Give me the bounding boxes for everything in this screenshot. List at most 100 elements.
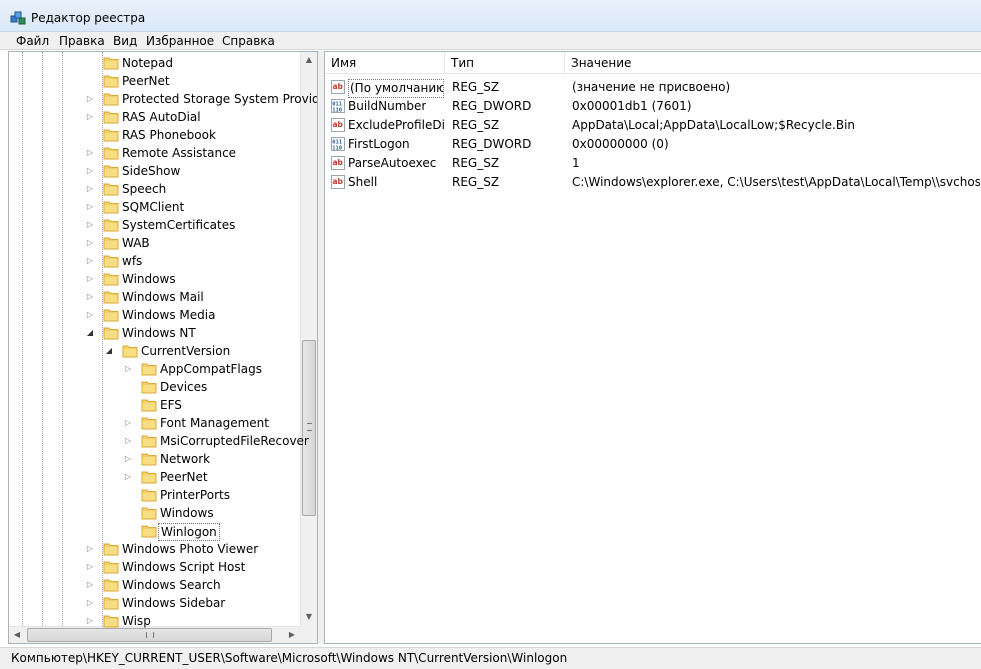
menu-help[interactable]: Справка <box>220 34 277 48</box>
tree-item-label: Wisp <box>122 614 151 628</box>
expand-arrow-icon[interactable]: ▷ <box>123 468 133 486</box>
tree-connector <box>123 486 133 504</box>
menu-bar: Файл Правка Вид Избранное Справка <box>0 32 981 50</box>
value-row[interactable]: ab ExcludeProfileDirs REG_SZ AppData\Local;… <box>325 116 981 135</box>
folder-icon <box>141 470 157 484</box>
tree-connector <box>85 54 95 72</box>
svg-text:ab: ab <box>333 82 344 91</box>
menu-favorites[interactable]: Избранное <box>144 34 216 48</box>
value-row[interactable]: ab Shell REG_SZ C:\Windows\explorer.exe, C:… <box>325 173 981 192</box>
tree-item[interactable]: Windows <box>9 504 309 522</box>
tree-item[interactable]: ▷ Protected Storage System Provid <box>9 90 317 108</box>
folder-icon <box>103 74 119 88</box>
hscroll-thumb[interactable] <box>27 628 272 642</box>
tree-connector <box>123 522 133 540</box>
column-header-data[interactable]: Значение <box>565 52 981 74</box>
folder-icon <box>103 128 119 142</box>
tree-item[interactable]: ▷ Windows <box>9 270 309 288</box>
tree-item[interactable]: Winlogon <box>9 522 309 541</box>
expand-arrow-icon[interactable]: ▷ <box>123 450 133 468</box>
expand-arrow-icon[interactable]: ▷ <box>85 594 95 612</box>
expand-arrow-icon[interactable]: ▷ <box>85 144 95 162</box>
tree-item[interactable]: ▷ Windows Script Host <box>9 558 309 576</box>
collapse-arrow-icon[interactable]: ◢ <box>104 342 114 360</box>
value-row[interactable]: ab ParseAutoexec REG_SZ 1 <box>325 154 981 173</box>
tree-item[interactable]: ▷ Windows Photo Viewer <box>9 540 309 558</box>
expand-arrow-icon[interactable]: ▷ <box>85 198 95 216</box>
tree-item[interactable]: RAS Phonebook <box>9 126 309 144</box>
tree-item[interactable]: ▷ Windows Search <box>9 576 309 594</box>
tree-item[interactable]: Devices <box>9 378 309 396</box>
tree-item-label: Windows <box>122 272 176 286</box>
tree-item[interactable]: ▷ Speech <box>9 180 309 198</box>
expand-arrow-icon[interactable]: ▷ <box>123 414 133 432</box>
expand-arrow-icon[interactable]: ▷ <box>123 432 133 450</box>
tree-item[interactable]: ▷ Remote Assistance <box>9 144 309 162</box>
expand-arrow-icon[interactable]: ▷ <box>85 558 95 576</box>
values-list[interactable]: Имя Тип Значение ab (По умолчанию) REG_SZ (… <box>324 51 981 644</box>
value-name: ExcludeProfileDirs <box>348 118 444 132</box>
tree-item-label: Speech <box>122 182 167 196</box>
menu-file[interactable]: Файл <box>14 34 51 48</box>
value-type: REG_SZ <box>452 118 500 132</box>
folder-icon <box>122 344 138 358</box>
folder-icon <box>103 290 119 304</box>
expand-arrow-icon[interactable]: ▷ <box>85 252 95 270</box>
tree-item[interactable]: Notepad <box>9 54 309 72</box>
tree-item[interactable]: ▷ Windows Mail <box>9 288 309 306</box>
tree-item[interactable]: ▷ SystemCertificates <box>9 216 309 234</box>
tree-item[interactable]: ▷ SQMClient <box>9 198 309 216</box>
folder-icon <box>103 92 119 106</box>
expand-arrow-icon[interactable]: ▷ <box>85 162 95 180</box>
tree-item[interactable]: ▷ Network <box>9 450 309 468</box>
expand-arrow-icon[interactable]: ▷ <box>85 108 95 126</box>
expand-arrow-icon[interactable]: ▷ <box>85 612 95 630</box>
expand-arrow-icon[interactable]: ▷ <box>85 288 95 306</box>
value-row[interactable]: 011 110 FirstLogon REG_DWORD 0x00000000 (0) <box>325 135 981 154</box>
tree-item[interactable]: ▷ SideShow <box>9 162 309 180</box>
value-row[interactable]: 011 110 BuildNumber REG_DWORD 0x00001db1 (76… <box>325 97 981 116</box>
expand-arrow-icon[interactable]: ▷ <box>85 180 95 198</box>
tree-item[interactable]: ▷ Windows Media <box>9 306 309 324</box>
expand-arrow-icon[interactable]: ▷ <box>85 90 95 108</box>
expand-arrow-icon[interactable]: ▷ <box>123 360 133 378</box>
tree-item[interactable]: PeerNet <box>9 72 309 90</box>
expand-arrow-icon[interactable]: ▷ <box>85 216 95 234</box>
tree-item[interactable]: ▷ WAB <box>9 234 309 252</box>
expand-arrow-icon[interactable]: ▷ <box>85 234 95 252</box>
menu-edit[interactable]: Правка <box>57 34 107 48</box>
tree-item[interactable]: ▷ Windows Sidebar <box>9 594 309 612</box>
registry-tree[interactable]: ▲ ▼ ◀ ▶ Notepad PeerNet ▷ Protected Stora… <box>8 51 318 644</box>
folder-icon <box>103 200 119 214</box>
expand-arrow-icon[interactable]: ▷ <box>85 270 95 288</box>
tree-item[interactable]: ▷ AppCompatFlags <box>9 360 309 378</box>
tree-connector <box>85 126 95 144</box>
tree-item[interactable]: ▷ RAS AutoDial <box>9 108 309 126</box>
tree-item[interactable]: ▷ Font Management <box>9 414 309 432</box>
tree-item-label: PeerNet <box>160 470 208 484</box>
folder-icon <box>103 578 119 592</box>
tree-item[interactable]: PrinterPorts <box>9 486 309 504</box>
value-type: REG_SZ <box>452 156 500 170</box>
column-header-type[interactable]: Тип <box>445 52 565 74</box>
value-row[interactable]: ab (По умолчанию) REG_SZ (значение не присв… <box>325 78 981 98</box>
tree-item-label: Windows NT <box>122 326 196 340</box>
expand-arrow-icon[interactable]: ▷ <box>85 540 95 558</box>
string-value-icon: ab <box>331 175 345 189</box>
tree-item[interactable]: ▷ PeerNet <box>9 468 309 486</box>
tree-item-label: Notepad <box>122 56 173 70</box>
collapse-arrow-icon[interactable]: ◢ <box>85 324 95 342</box>
tree-item[interactable]: ▷ Wisp <box>9 612 309 630</box>
tree-item[interactable]: ◢ CurrentVersion <box>9 342 309 360</box>
expand-arrow-icon[interactable]: ▷ <box>85 576 95 594</box>
folder-icon <box>103 596 119 610</box>
menu-view[interactable]: Вид <box>111 34 139 48</box>
column-header-name[interactable]: Имя <box>325 52 445 74</box>
expand-arrow-icon[interactable]: ▷ <box>85 306 95 324</box>
tree-item[interactable]: EFS <box>9 396 309 414</box>
tree-item[interactable]: ▷ MsiCorruptedFileRecover <box>9 432 309 450</box>
folder-icon <box>103 110 119 124</box>
tree-item[interactable]: ▷ wfs <box>9 252 309 270</box>
value-type: REG_DWORD <box>452 99 532 113</box>
tree-item[interactable]: ◢ Windows NT <box>9 324 309 342</box>
